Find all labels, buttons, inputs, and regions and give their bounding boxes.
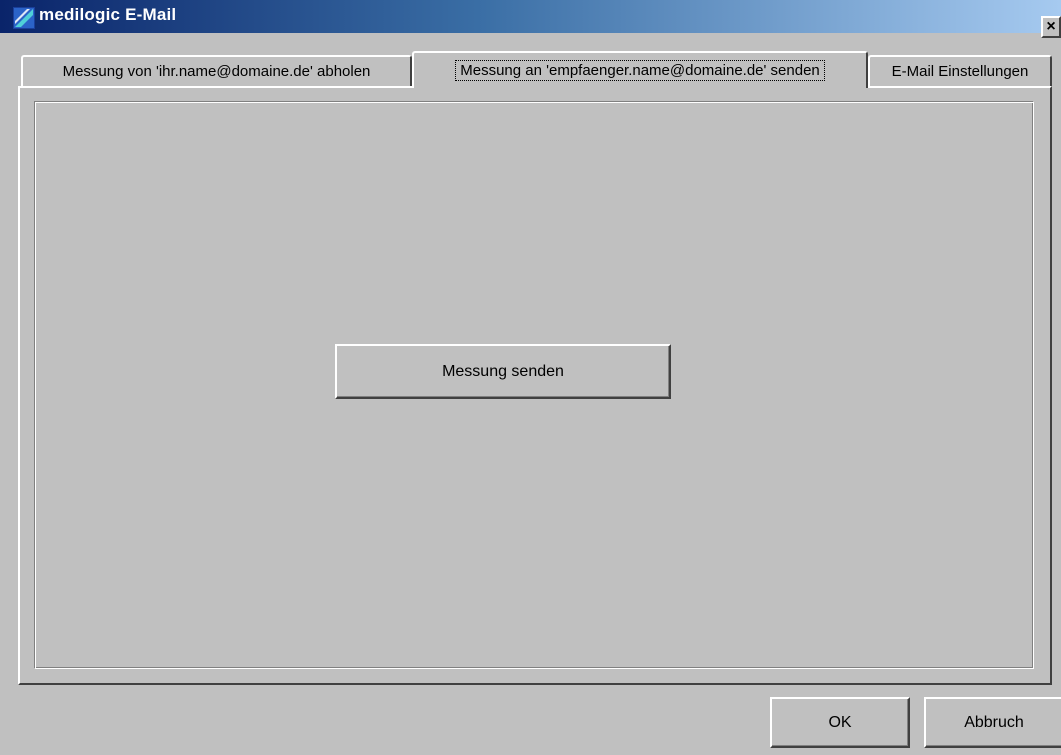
tab-label: Messung von 'ihr.name@domaine.de' abhole… xyxy=(62,63,371,80)
medilogic-email-window: medilogic E-Mail × Messung von 'ihr.name… xyxy=(0,0,1061,755)
window-title: medilogic E-Mail xyxy=(39,5,177,24)
tab-label: Messung an 'empfaenger.name@domaine.de' … xyxy=(455,60,825,81)
title-bar: medilogic E-Mail × xyxy=(0,0,1061,38)
send-measurement-button[interactable]: Messung senden xyxy=(335,344,671,399)
medilogic-app-icon xyxy=(13,7,35,29)
close-icon: × xyxy=(1046,18,1056,35)
tab-email-einstellungen[interactable]: E-Mail Einstellungen xyxy=(868,55,1052,86)
tab-messung-senden[interactable]: Messung an 'empfaenger.name@domaine.de' … xyxy=(412,51,868,88)
close-button[interactable]: × xyxy=(1041,16,1061,38)
ok-button[interactable]: OK xyxy=(770,697,910,748)
tab-messung-abholen[interactable]: Messung von 'ihr.name@domaine.de' abhole… xyxy=(21,55,412,86)
tab-label: E-Mail Einstellungen xyxy=(891,63,1029,80)
tab-panel: Messung senden xyxy=(18,86,1052,685)
cancel-button[interactable]: Abbruch xyxy=(924,697,1061,748)
